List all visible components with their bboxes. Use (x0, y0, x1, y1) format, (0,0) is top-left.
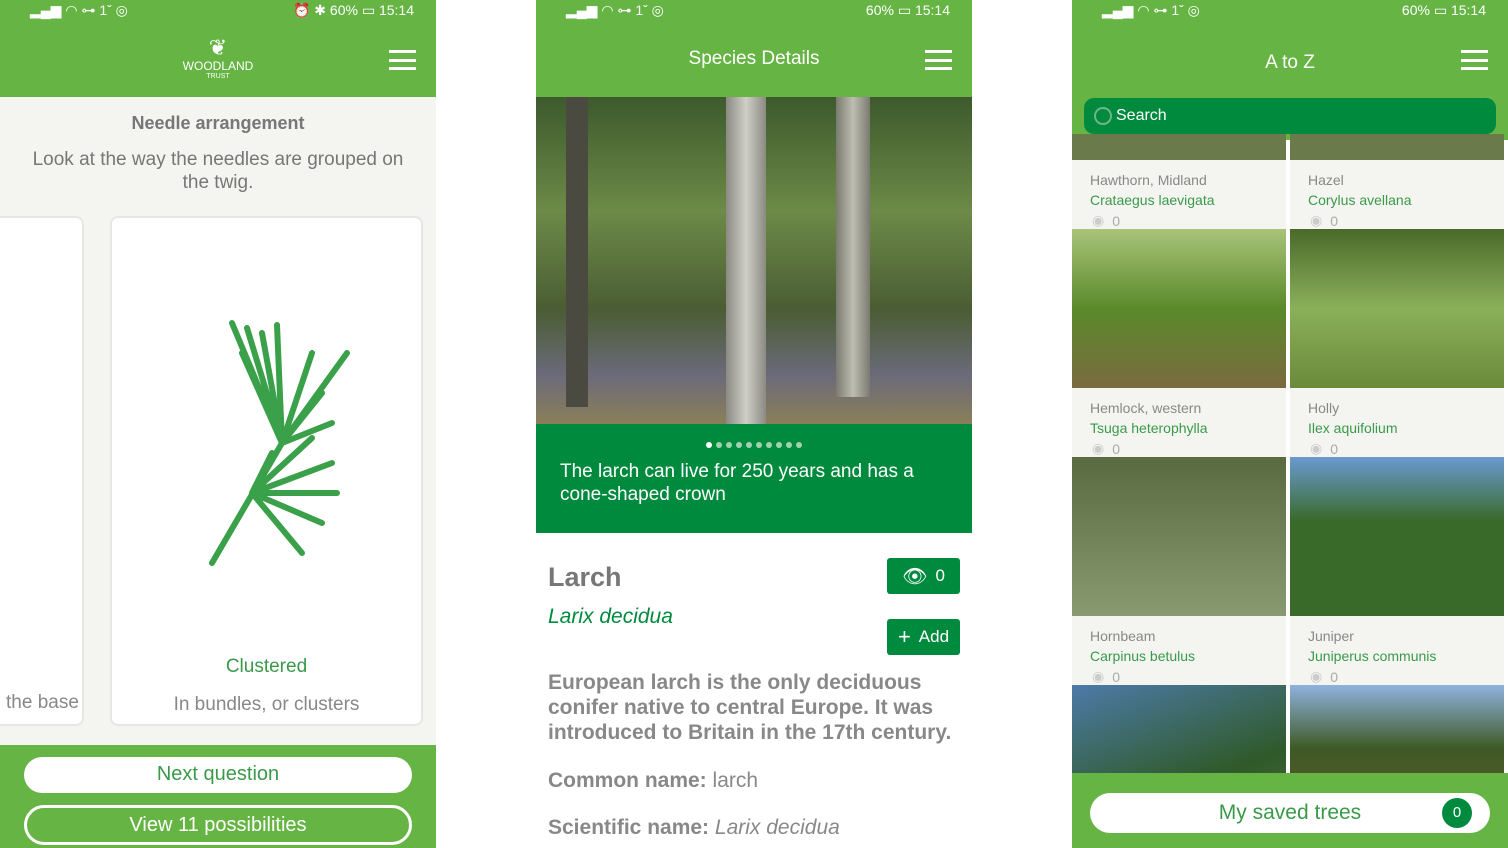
tree-photo[interactable] (1072, 229, 1286, 388)
species-latin-name: Larix decidua (548, 605, 673, 628)
footer: My saved trees 0 (1072, 773, 1508, 848)
tree-common-name: Hazel (1308, 172, 1344, 188)
tree-photo[interactable] (1290, 229, 1504, 388)
eye-icon: ◉ (1310, 440, 1323, 456)
option-description: In bundles, or clusters (173, 694, 360, 715)
status-bar: ▂▄▆ ◠ ⊶ 1ˇ ◎ 60% ▭ 15:14 (536, 0, 972, 20)
eye-icon: ◉ (1092, 440, 1105, 456)
status-icons: ▂▄▆ ◠ ⊶ 1ˇ ◎ (1102, 2, 1200, 18)
clock: 15:14 (378, 2, 414, 18)
eye-icon: ◉ (1092, 212, 1105, 228)
tree-photo[interactable] (1072, 134, 1286, 160)
tree-latin-name: Juniperus communis (1308, 648, 1437, 664)
caption-text: The larch can live for 250 years and has… (560, 461, 914, 505)
next-question-button[interactable]: Next question (24, 757, 412, 793)
species-photo[interactable] (536, 97, 972, 424)
a-to-z-screen: ▂▄▆ ◠ ⊶ 1ˇ ◎ 60% ▭ 15:14 A to Z Search Ha… (1072, 0, 1508, 848)
page-title: A to Z (1265, 52, 1315, 73)
question-title: Needle arrangement (131, 113, 305, 133)
seen-count: ◉ 0 (1092, 668, 1121, 685)
clustered-needles-icon (209, 320, 350, 566)
battery-level: 60% (329, 2, 358, 18)
tree-common-name: Holly (1308, 400, 1340, 416)
species-name: Larch (548, 562, 622, 592)
option-label: the base (6, 692, 79, 713)
woodland-trust-logo: ❦ WOODLAND TRUST (182, 35, 254, 81)
seen-count-button[interactable]: 👁 0 (887, 558, 960, 594)
option-title: Clustered (225, 656, 308, 677)
tree-tile[interactable]: Hawthorn, Midland Crataegus laevigata ◉ 0 (1072, 160, 1286, 229)
identify-screen: ▂▄▆ ◠ ⊶ 1ˇ ◎ ⏰ ✱ 60% ▭ 15:14 ❦ WOODLAND T… (0, 0, 436, 848)
tree-latin-name: Tsuga heterophylla (1090, 420, 1208, 436)
carousel-dots[interactable] (536, 442, 972, 448)
menu-button[interactable] (1461, 50, 1488, 70)
seen-count: ◉ 0 (1310, 668, 1339, 685)
species-details-screen: ▂▄▆ ◠ ⊶ 1ˇ ◎ 60% ▭ 15:14 Species Details … (536, 0, 972, 848)
view-possibilities-button[interactable]: View 11 possibilities (24, 805, 412, 845)
status-icons: ▂▄▆ ◠ ⊶ 1ˇ ◎ (566, 2, 664, 18)
footer: Next question View 11 possibilities (0, 745, 436, 848)
seen-count: ◉ 0 (1092, 212, 1121, 229)
saved-count-badge: 0 (1442, 798, 1472, 828)
page-title: Species Details (688, 47, 820, 69)
seen-count: ◉ 0 (1092, 440, 1121, 457)
scientific-name-row: Scientific name: Larix decidua (548, 816, 840, 839)
eye-icon: 👁 (902, 565, 928, 588)
tree-tile[interactable]: Juniper Juniperus communis ◉ 0 (1290, 616, 1504, 685)
eye-icon: ◉ (1310, 668, 1323, 684)
question-description: Look at the way the needles are grouped … (32, 149, 404, 193)
tree-tile[interactable]: Holly Ilex aquifolium ◉ 0 (1290, 388, 1504, 457)
leaf-icon: ❦ (208, 35, 228, 60)
header: Species Details (536, 20, 972, 97)
tree-tile[interactable]: Hemlock, western Tsuga heterophylla ◉ 0 (1072, 388, 1286, 457)
common-name-row: Common name: larch (548, 769, 759, 792)
search-icon (1094, 107, 1112, 125)
tree-latin-name: Corylus avellana (1308, 192, 1412, 208)
plus-icon: + (897, 624, 911, 649)
seen-count: ◉ 0 (1310, 440, 1339, 457)
tree-common-name: Juniper (1308, 628, 1354, 644)
add-button[interactable]: + Add (887, 619, 960, 655)
menu-button[interactable] (925, 50, 952, 70)
tree-photo[interactable] (1290, 457, 1504, 616)
tree-tile[interactable]: Hazel Corylus avellana ◉ 0 (1290, 160, 1504, 229)
menu-button[interactable] (389, 50, 416, 70)
option-card-previous[interactable]: the base (0, 216, 84, 726)
tree-photo[interactable] (1072, 457, 1286, 616)
eye-icon: ◉ (1310, 212, 1323, 228)
tree-tile[interactable]: Hornbeam Carpinus betulus ◉ 0 (1072, 616, 1286, 685)
photo-caption: The larch can live for 250 years and has… (536, 424, 972, 533)
battery-level: 60% (865, 2, 894, 18)
battery-level: 60% (1401, 2, 1430, 18)
my-saved-trees-button[interactable]: My saved trees 0 (1090, 793, 1490, 833)
eye-icon: ◉ (1092, 668, 1105, 684)
clock: 15:14 (1450, 2, 1486, 18)
tree-latin-name: Ilex aquifolium (1308, 420, 1398, 436)
tree-latin-name: Crataegus laevigata (1090, 192, 1215, 208)
battery: ⏰ ✱ (292, 2, 330, 18)
clock: 15:14 (914, 2, 950, 18)
header: ❦ WOODLAND TRUST (0, 20, 436, 97)
status-icons: ▂▄▆ ◠ ⊶ 1ˇ ◎ (30, 2, 128, 18)
tree-common-name: Hawthorn, Midland (1090, 172, 1207, 188)
tree-latin-name: Carpinus betulus (1090, 648, 1196, 664)
tree-photo[interactable] (1290, 134, 1504, 160)
status-bar: ▂▄▆ ◠ ⊶ 1ˇ ◎ ⏰ ✱ 60% ▭ 15:14 (0, 0, 436, 20)
search-input[interactable]: Search (1084, 98, 1496, 134)
tree-common-name: Hornbeam (1090, 628, 1156, 644)
seen-count: ◉ 0 (1310, 212, 1339, 229)
species-summary: European larch is the only deciduous con… (548, 671, 952, 744)
option-card-clustered[interactable]: Clustered In bundles, or clusters (110, 216, 423, 726)
tree-common-name: Hemlock, western (1090, 400, 1202, 416)
status-bar: ▂▄▆ ◠ ⊶ 1ˇ ◎ 60% ▭ 15:14 (1072, 0, 1508, 20)
